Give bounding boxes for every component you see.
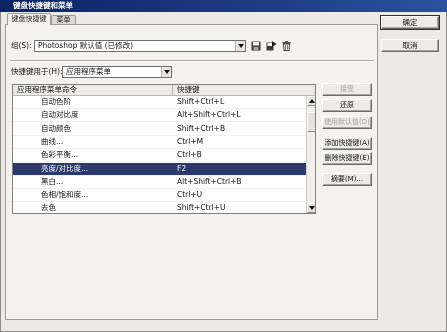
table-header: 应用程序菜单命令 快捷键 bbox=[13, 85, 315, 96]
shortcut-cell[interactable]: Shift+Ctrl+U bbox=[177, 202, 225, 213]
shortcut-table[interactable]: 应用程序菜单命令 快捷键 自动色阶 Shift+Ctrl+L 自动对比度 Alt… bbox=[12, 84, 316, 214]
table-row[interactable]: 自动色阶 Shift+Ctrl+L bbox=[13, 96, 306, 109]
command-cell: 自动色阶 bbox=[41, 97, 71, 106]
set-label: 组(S): bbox=[11, 41, 32, 50]
command-cell: 曲线... bbox=[41, 137, 64, 146]
trash-icon[interactable] bbox=[282, 41, 293, 52]
shortcuts-for-label: 快捷键用于(H): bbox=[11, 67, 63, 76]
vertical-scrollbar[interactable] bbox=[306, 96, 315, 213]
command-cell: 色彩平衡... bbox=[41, 150, 79, 159]
shortcut-cell[interactable]: Ctrl+U bbox=[177, 189, 202, 201]
chevron-down-icon[interactable] bbox=[235, 41, 245, 51]
tab-keyboard-shortcuts[interactable]: 键盘快捷键 bbox=[7, 13, 51, 25]
set-dropdown[interactable]: Photoshop 默认值 (已修改) bbox=[34, 40, 246, 52]
shortcuts-for-value: 应用程序菜单 bbox=[66, 67, 111, 76]
summarize-button[interactable]: 摘要(M)... bbox=[322, 173, 372, 186]
accept-button[interactable]: 接受 bbox=[322, 83, 372, 96]
undo-button[interactable]: 还原 bbox=[322, 99, 372, 112]
command-cell: 自动对比度 bbox=[41, 110, 79, 119]
tab-menus[interactable]: 菜单 bbox=[51, 15, 76, 24]
ok-button[interactable]: 确定 bbox=[380, 15, 440, 30]
shortcut-cell[interactable]: Ctrl+B bbox=[177, 149, 202, 161]
shortcut-cell[interactable]: F2 bbox=[177, 163, 186, 175]
add-shortcut-button[interactable]: 添加快捷键(A) bbox=[322, 137, 372, 150]
use-default-button[interactable]: 使用默认值(D) bbox=[322, 116, 372, 129]
column-header-command[interactable]: 应用程序菜单命令 bbox=[13, 85, 173, 95]
shortcut-cell[interactable]: Ctrl+M bbox=[177, 136, 203, 148]
table-row[interactable]: 自动对比度 Alt+Shift+Ctrl+L bbox=[13, 109, 306, 122]
command-cell: 自动颜色 bbox=[41, 124, 71, 133]
shortcuts-for-dropdown[interactable]: 应用程序菜单 bbox=[62, 66, 172, 78]
command-cell: 去色 bbox=[41, 203, 56, 212]
scrollbar-thumb[interactable] bbox=[307, 112, 315, 133]
command-cell: 黑白... bbox=[41, 177, 64, 186]
cancel-button[interactable]: 取消 bbox=[381, 39, 439, 52]
shortcut-cell[interactable]: Alt+Shift+Ctrl+L bbox=[177, 109, 241, 121]
table-row[interactable]: 自动颜色 Shift+Ctrl+B bbox=[13, 123, 306, 136]
command-cell: 色相/饱和度... bbox=[41, 190, 89, 199]
save-icon[interactable] bbox=[251, 41, 262, 52]
scroll-down-arrow-icon[interactable] bbox=[307, 203, 315, 213]
window-title: 键盘快捷键和菜单 bbox=[13, 1, 73, 10]
table-row[interactable]: 曲线... Ctrl+M bbox=[13, 136, 306, 149]
title-bar[interactable]: 键盘快捷键和菜单 bbox=[0, 0, 447, 12]
set-dropdown-value: Photoshop 默认值 (已修改) bbox=[38, 41, 134, 50]
command-cell: 亮度/对比度... bbox=[41, 164, 89, 173]
table-row[interactable]: 色相/饱和度... Ctrl+U bbox=[13, 189, 306, 202]
shortcut-cell[interactable]: Shift+Ctrl+L bbox=[177, 96, 224, 108]
table-row[interactable]: 亮度/对比度... F2 bbox=[13, 163, 306, 176]
table-row[interactable]: 色彩平衡... Ctrl+B bbox=[13, 149, 306, 162]
scroll-up-arrow-icon[interactable] bbox=[307, 96, 315, 106]
table-row[interactable]: 去色 Shift+Ctrl+U bbox=[13, 202, 306, 213]
separator bbox=[10, 60, 374, 62]
table-row[interactable]: 黑白... Alt+Shift+Ctrl+B bbox=[13, 176, 306, 189]
column-header-shortcut[interactable]: 快捷键 bbox=[177, 85, 200, 95]
delete-shortcut-button[interactable]: 删除快捷键(E) bbox=[322, 152, 372, 165]
shortcut-cell[interactable]: Shift+Ctrl+B bbox=[177, 123, 225, 135]
chevron-down-icon[interactable] bbox=[161, 67, 171, 77]
shortcut-cell[interactable]: Alt+Shift+Ctrl+B bbox=[177, 176, 242, 188]
save-as-icon[interactable] bbox=[266, 41, 277, 52]
